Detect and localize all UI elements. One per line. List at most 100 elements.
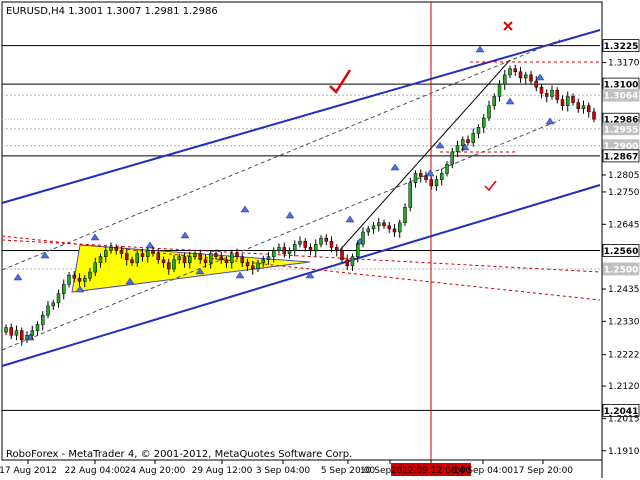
x-tick-label: 24 Aug 20:00 bbox=[125, 466, 186, 476]
x-tick-label: 22 Aug 04:00 bbox=[65, 466, 126, 476]
level-label-text: 1.2867 bbox=[604, 152, 639, 162]
candle-body bbox=[135, 253, 139, 264]
candle-body bbox=[77, 277, 82, 282]
candle-body bbox=[130, 259, 134, 264]
y-tick-label: 1.2645 bbox=[608, 220, 640, 230]
candle-body bbox=[140, 253, 145, 257]
candle-body bbox=[9, 327, 13, 336]
price-chart: 1.32251.31001.30641.29861.29551.29001.28… bbox=[0, 0, 640, 480]
candle-body bbox=[377, 222, 381, 227]
candle-body bbox=[455, 145, 460, 153]
level-label-text: 1.2500 bbox=[604, 265, 639, 275]
candle-body bbox=[392, 228, 397, 233]
candle-body bbox=[182, 256, 187, 264]
candle-body bbox=[534, 80, 538, 88]
candle-body bbox=[545, 93, 549, 97]
x-tick-label: 3 Sep 04:00 bbox=[256, 466, 311, 476]
candle-body bbox=[518, 71, 523, 79]
candle-body bbox=[172, 259, 176, 270]
candle-body bbox=[513, 68, 517, 73]
candle-body bbox=[114, 247, 118, 251]
candle-body bbox=[272, 250, 276, 257]
candle-body bbox=[560, 99, 565, 106]
candle-body bbox=[72, 274, 76, 279]
y-tick-label: 1.2015 bbox=[608, 414, 640, 424]
candle-body bbox=[230, 253, 234, 264]
candle-body bbox=[256, 262, 260, 270]
x-tick-label: 17 Sep 20:00 bbox=[513, 466, 573, 476]
candle-body bbox=[450, 151, 454, 165]
candle-body bbox=[125, 253, 129, 260]
candle-body bbox=[445, 163, 449, 174]
candle-body bbox=[20, 330, 24, 341]
candle-body bbox=[224, 259, 229, 264]
candle-body bbox=[177, 256, 181, 260]
candle-body bbox=[592, 111, 596, 120]
candle-body bbox=[371, 225, 376, 230]
candle-body bbox=[4, 327, 8, 333]
candle-body bbox=[235, 253, 239, 257]
candle-body bbox=[555, 90, 559, 100]
candle-body bbox=[581, 105, 586, 110]
candle-body bbox=[277, 247, 281, 251]
candle-body bbox=[245, 262, 250, 267]
candle-body bbox=[387, 225, 391, 230]
level-label-text: 1.2955 bbox=[604, 125, 639, 135]
candle-body bbox=[287, 250, 292, 254]
candle-body bbox=[497, 83, 502, 97]
candle-body bbox=[146, 250, 150, 257]
candle-body bbox=[503, 74, 507, 85]
candle-body bbox=[571, 96, 575, 103]
candle-body bbox=[340, 250, 344, 260]
candle-body bbox=[492, 96, 496, 106]
candle-body bbox=[167, 262, 171, 270]
candle-body bbox=[266, 256, 271, 260]
candle-body bbox=[98, 256, 103, 264]
candle-body bbox=[550, 90, 554, 97]
candle-body bbox=[240, 256, 244, 264]
y-tick-label: 1.2435 bbox=[608, 285, 640, 295]
candle-body bbox=[529, 74, 533, 82]
candle-body bbox=[487, 105, 491, 119]
candle-body bbox=[329, 240, 334, 248]
candle-body bbox=[356, 244, 360, 257]
candle-body bbox=[539, 86, 544, 94]
candle-body bbox=[214, 253, 218, 257]
candle-body bbox=[67, 274, 71, 285]
candle-body bbox=[345, 259, 349, 267]
x-tick-label: 17 Aug 2012 bbox=[0, 466, 57, 476]
candle-body bbox=[35, 324, 40, 331]
y-tick-label: 1.2805 bbox=[608, 171, 640, 181]
candle-body bbox=[62, 284, 66, 294]
candle-body bbox=[524, 74, 528, 79]
candle-body bbox=[282, 247, 286, 254]
candle-body bbox=[466, 139, 470, 143]
y-tick-label: 1.3170 bbox=[608, 59, 640, 69]
candle-body bbox=[46, 305, 50, 316]
candle-body bbox=[193, 253, 197, 257]
candle-body bbox=[88, 271, 92, 279]
candle-body bbox=[109, 247, 113, 251]
candle-body bbox=[30, 330, 34, 336]
candle-body bbox=[403, 207, 407, 224]
candle-body bbox=[424, 176, 428, 180]
candle-body bbox=[324, 237, 328, 242]
candle-body bbox=[161, 259, 166, 264]
candle-body bbox=[261, 259, 265, 264]
x-tick-label: 29 Aug 12:00 bbox=[192, 466, 253, 476]
candle-body bbox=[93, 262, 97, 273]
candle-body bbox=[366, 228, 370, 233]
candle-body bbox=[476, 126, 481, 134]
candle-body bbox=[413, 173, 418, 183]
y-tick-label: 1.2330 bbox=[608, 317, 640, 327]
candle-body bbox=[251, 265, 255, 270]
candle-body bbox=[566, 96, 570, 106]
candle-body bbox=[119, 250, 124, 254]
candle-body bbox=[151, 250, 155, 254]
candle-body bbox=[419, 173, 423, 177]
candle-body bbox=[382, 222, 386, 227]
copyright-text: RoboForex - MetaTrader 4, © 2001-2012, M… bbox=[6, 449, 352, 460]
candle-body bbox=[56, 293, 61, 304]
candle-body bbox=[429, 179, 433, 187]
x-tick-label: 14 Sep 04:00 bbox=[453, 466, 513, 476]
